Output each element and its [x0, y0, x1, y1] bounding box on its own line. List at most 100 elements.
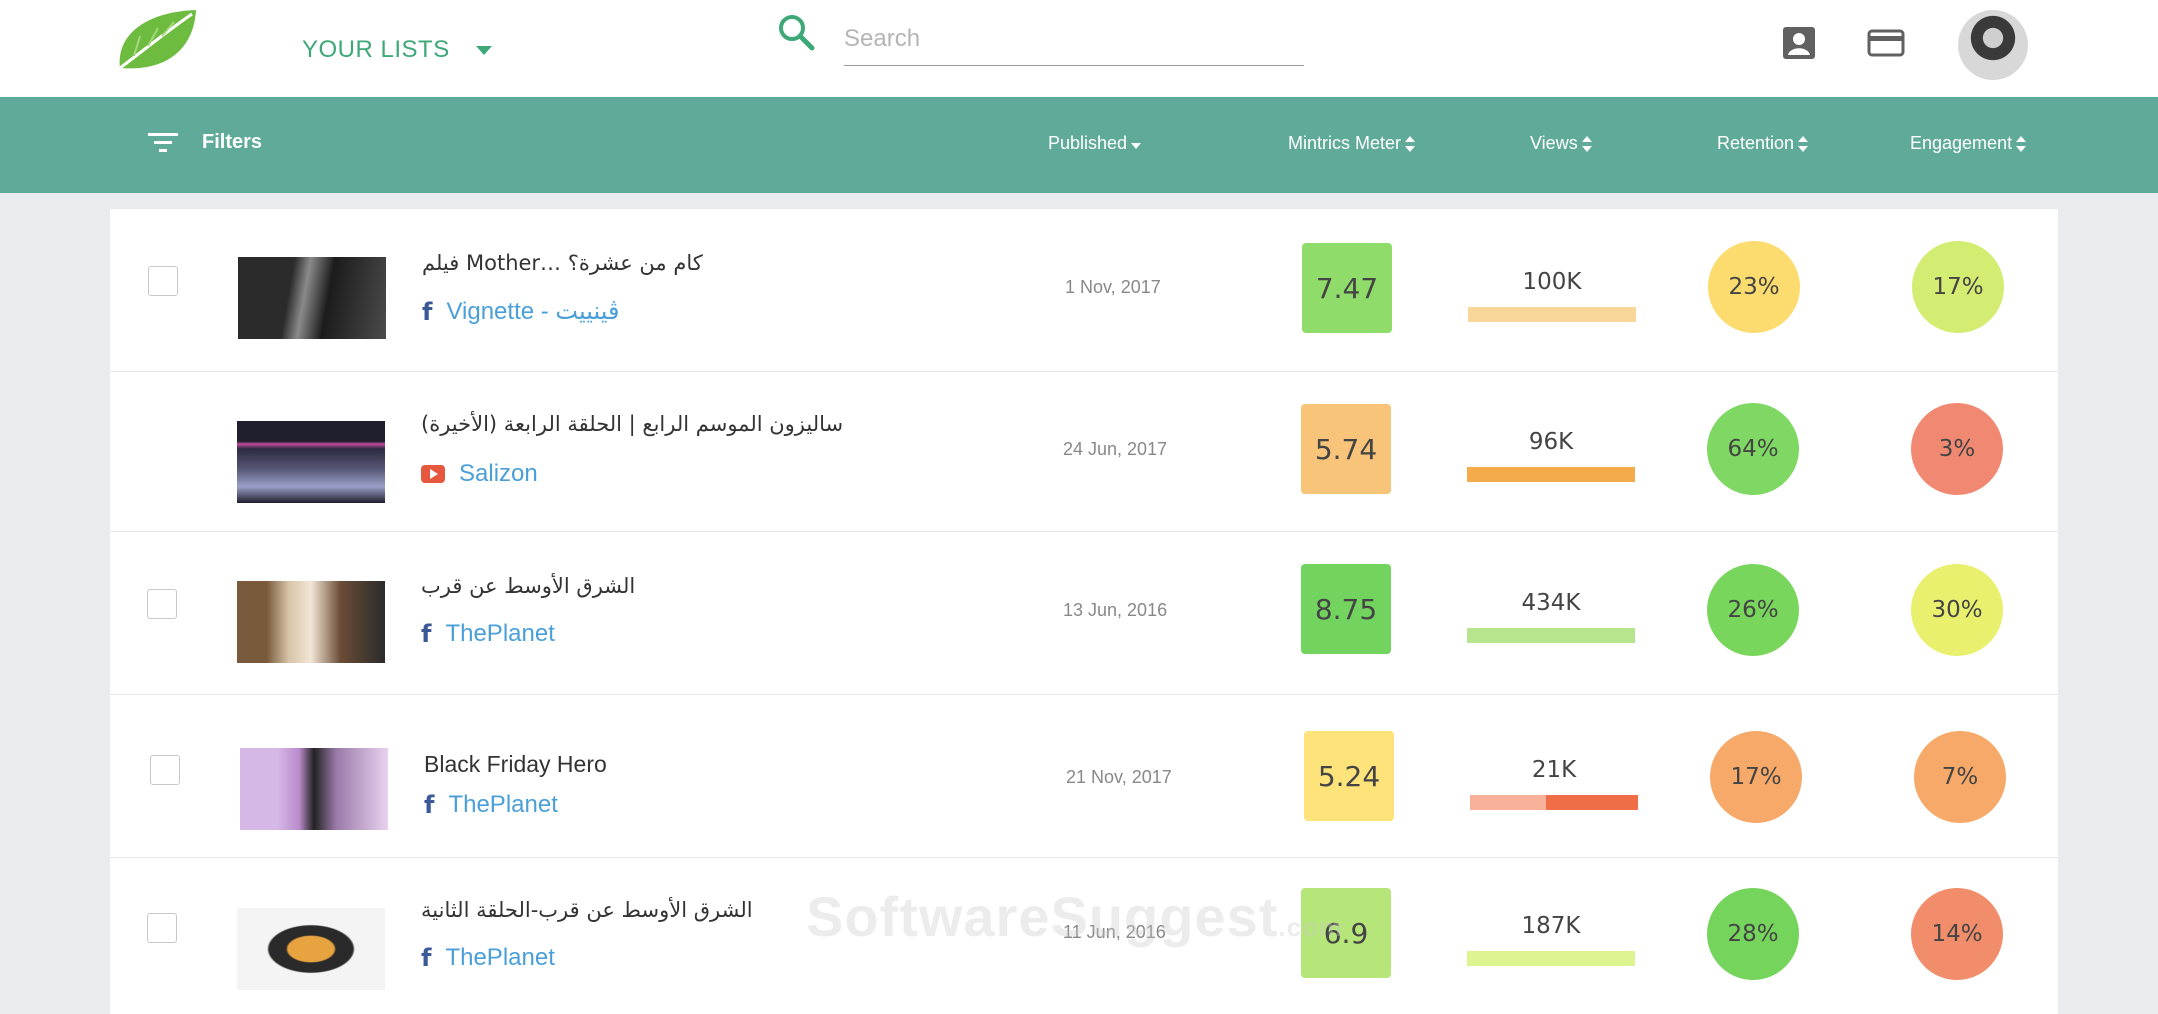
- col-published[interactable]: Published: [1048, 133, 1142, 154]
- video-thumbnail[interactable]: [237, 908, 385, 990]
- col-mintrics-meter[interactable]: Mintrics Meter: [1288, 133, 1416, 154]
- views-bar: [1470, 795, 1638, 810]
- credit-card-icon[interactable]: [1867, 24, 1905, 62]
- col-engagement[interactable]: Engagement: [1910, 133, 2027, 154]
- facebook-icon: f: [422, 297, 433, 326]
- video-thumbnail[interactable]: [240, 748, 388, 830]
- video-source[interactable]: f ThePlanet: [421, 620, 555, 648]
- video-title[interactable]: (ساليزون الموسم الرابع | الحلقة الرابعة …: [421, 412, 843, 436]
- views-cell: 100K: [1468, 269, 1636, 322]
- engagement-badge: 14%: [1911, 888, 2003, 980]
- table-row[interactable]: (ساليزون الموسم الرابع | الحلقة الرابعة …: [110, 372, 2058, 532]
- col-published-label: Published: [1048, 133, 1128, 153]
- views-cell: 434K: [1467, 590, 1635, 643]
- filters-button[interactable]: Filters: [148, 131, 262, 154]
- mintrics-meter-score: 8.75: [1301, 564, 1391, 654]
- source-name: Salizon: [459, 460, 538, 487]
- engagement-badge: 7%: [1914, 731, 2006, 823]
- views-bar-segment: [1545, 795, 1638, 810]
- source-name: ThePlanet: [448, 791, 558, 818]
- top-bar: YOUR LISTS: [0, 0, 2158, 97]
- video-source[interactable]: Salizon: [421, 460, 538, 488]
- row-checkbox[interactable]: [147, 589, 177, 619]
- views-bar: [1468, 307, 1636, 322]
- sort-icon: [1798, 135, 1809, 152]
- views-bar: [1467, 467, 1635, 482]
- filter-list-icon: [148, 132, 178, 152]
- video-thumbnail[interactable]: [238, 257, 386, 339]
- col-views[interactable]: Views: [1530, 133, 1592, 154]
- retention-badge: 28%: [1707, 888, 1799, 980]
- video-title[interactable]: فيلم Mother… كام من عشرة؟: [422, 251, 703, 275]
- video-thumbnail[interactable]: [237, 581, 385, 663]
- sort-down-icon: [1131, 142, 1142, 149]
- source-name: ThePlanet: [445, 944, 555, 971]
- row-checkbox[interactable]: [148, 266, 178, 296]
- facebook-icon: f: [424, 791, 435, 819]
- views-bar: [1467, 628, 1635, 643]
- col-retention[interactable]: Retention: [1717, 133, 1809, 154]
- avatar[interactable]: [1958, 10, 2028, 80]
- views-cell: 187K: [1467, 913, 1635, 966]
- video-source[interactable]: f ThePlanet: [424, 791, 558, 819]
- facebook-icon: f: [421, 620, 432, 648]
- table-row[interactable]: Black Friday Hero f ThePlanet 21 Nov, 20…: [110, 695, 2058, 858]
- retention-badge: 17%: [1710, 731, 1802, 823]
- video-source[interactable]: f Vignette - ڤينييت: [422, 297, 619, 326]
- filters-label: Filters: [202, 131, 263, 153]
- views-count: 96K: [1528, 429, 1574, 455]
- sort-icon: [2016, 135, 2027, 152]
- watermark: SoftwareSuggest.com: [806, 884, 1343, 949]
- search-icon[interactable]: [776, 12, 816, 52]
- source-name: Vignette - ڤينييت: [446, 298, 620, 325]
- table-header-bar: Filters Published Mintrics Meter Views R…: [0, 97, 2158, 193]
- chevron-down-icon: [475, 45, 492, 55]
- mintrics-meter-score: 5.74: [1301, 404, 1391, 494]
- col-views-label: Views: [1530, 133, 1578, 153]
- views-bar-segment: [1468, 307, 1636, 322]
- retention-badge: 23%: [1708, 241, 1800, 333]
- published-date: 1 Nov, 2017: [1065, 277, 1161, 297]
- facebook-icon: f: [421, 944, 432, 972]
- video-title[interactable]: الشرق الأوسط عن قرب-الحلقة الثانية: [421, 898, 753, 922]
- views-count: 21K: [1531, 757, 1577, 783]
- your-lists-label: YOUR LISTS: [302, 36, 450, 63]
- source-name: ThePlanet: [445, 620, 555, 647]
- search-input[interactable]: [844, 12, 1304, 66]
- video-title[interactable]: Black Friday Hero: [424, 751, 607, 778]
- account-box-icon[interactable]: [1780, 24, 1818, 62]
- views-bar: [1467, 951, 1635, 966]
- sort-icon: [1405, 135, 1416, 152]
- views-bar-segment: [1467, 951, 1635, 966]
- video-source[interactable]: f ThePlanet: [421, 944, 555, 972]
- mintrics-meter-score: 7.47: [1302, 243, 1392, 333]
- sort-icon: [1581, 135, 1592, 152]
- views-bar-segment: [1470, 795, 1546, 810]
- engagement-badge: 3%: [1911, 403, 2003, 495]
- engagement-badge: 30%: [1911, 564, 2003, 656]
- video-thumbnail[interactable]: [237, 421, 385, 503]
- row-checkbox[interactable]: [150, 755, 180, 785]
- table-row[interactable]: الشرق الأوسط عن قرب f ThePlanet 13 Jun, …: [110, 532, 2058, 695]
- table-row[interactable]: فيلم Mother… كام من عشرة؟ f Vignette - ڤ…: [110, 209, 2058, 372]
- retention-badge: 26%: [1707, 564, 1799, 656]
- col-mintrics-meter-label: Mintrics Meter: [1288, 133, 1402, 153]
- watermark-main: SoftwareSuggest: [806, 885, 1279, 948]
- published-date: 21 Nov, 2017: [1066, 767, 1172, 787]
- published-date: 13 Jun, 2016: [1063, 600, 1168, 620]
- col-retention-label: Retention: [1717, 133, 1795, 153]
- youtube-icon: [421, 465, 445, 483]
- views-bar-segment: [1467, 467, 1635, 482]
- row-checkbox[interactable]: [147, 913, 177, 943]
- engagement-badge: 17%: [1912, 241, 2004, 333]
- views-count: 100K: [1522, 269, 1582, 295]
- views-count: 187K: [1521, 913, 1581, 939]
- mintrics-meter-score: 5.24: [1304, 731, 1394, 821]
- leaf-logo-icon[interactable]: [114, 6, 200, 76]
- col-engagement-label: Engagement: [1910, 133, 2013, 153]
- views-bar-segment: [1467, 628, 1635, 643]
- retention-badge: 64%: [1707, 403, 1799, 495]
- video-title[interactable]: الشرق الأوسط عن قرب: [421, 574, 635, 598]
- your-lists-dropdown[interactable]: YOUR LISTS: [302, 30, 492, 70]
- watermark-suffix: .com: [1278, 912, 1344, 942]
